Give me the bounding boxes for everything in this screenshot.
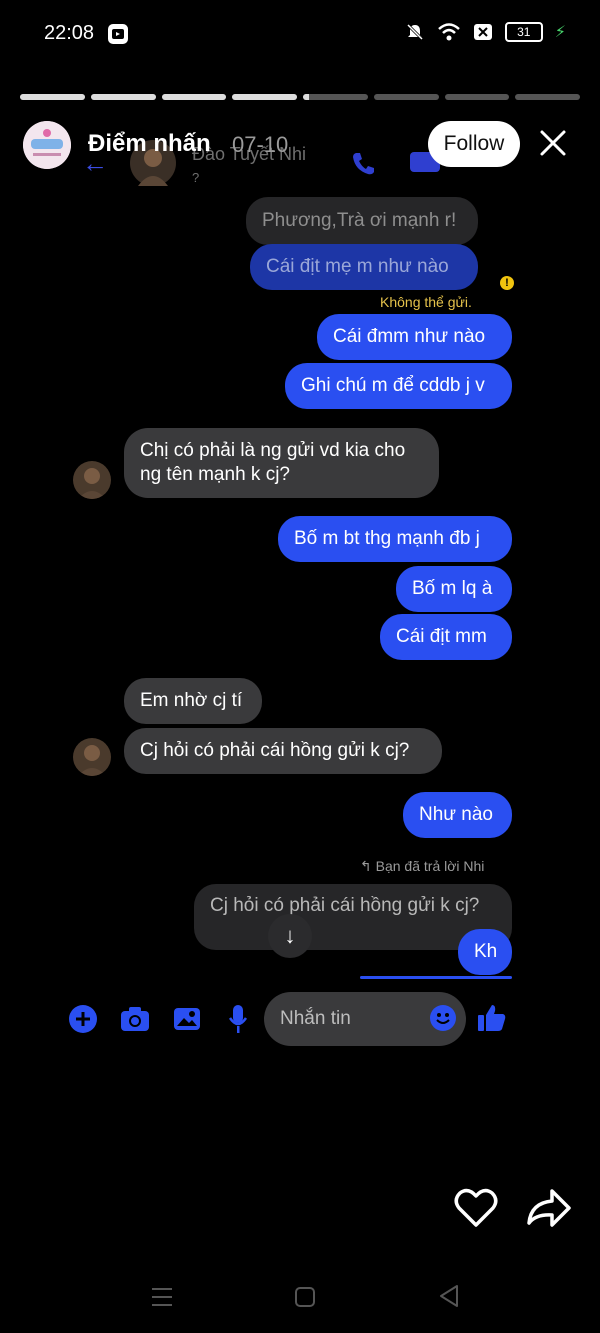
story-segment-fill	[232, 94, 297, 100]
contact-status: ?	[192, 170, 200, 185]
sim-off-icon	[473, 24, 492, 40]
back-icon[interactable]	[438, 1284, 460, 1308]
battery-icon: 31	[504, 22, 543, 42]
story-segment	[90, 94, 156, 100]
peer-avatar	[73, 738, 111, 776]
story-segment	[232, 94, 297, 100]
message-bubble-sent: Ghi chú m để cddb j v	[285, 363, 512, 409]
message-bubble-sent: Cái đmm như nào	[317, 314, 512, 360]
story-segment	[444, 94, 510, 100]
reply-note-text: Bạn đã trả lời Nhi	[375, 858, 485, 874]
share-icon[interactable]	[526, 1188, 572, 1228]
message-bubble-received: Em nhờ cj tí	[124, 678, 262, 724]
phone-icon	[353, 153, 374, 175]
story-segment	[373, 94, 439, 100]
story-segment-fill	[90, 94, 156, 100]
message-bubble-received: Cj hỏi có phải cái hồng gửi k cj?	[124, 728, 442, 774]
message-input[interactable]: Nhắn tin	[264, 992, 466, 1046]
warning-icon: !	[500, 276, 514, 290]
message-bubble-sent: Cái địt mẹ m như nào	[250, 244, 478, 290]
reply-note: ↰ Bạn đã trả lời Nhi	[360, 858, 484, 875]
charging-icon: ⚡	[554, 24, 566, 41]
story-segment-fill	[303, 94, 310, 100]
story-segment-fill	[20, 94, 85, 100]
scroll-down-button[interactable]: ↓	[268, 914, 312, 958]
wifi-icon	[437, 23, 460, 41]
story-segment	[515, 94, 580, 100]
like-icon[interactable]	[476, 1002, 508, 1034]
story-progress-bar	[20, 94, 580, 100]
app-notification-icon	[108, 24, 128, 44]
reply-arrow-icon: ↰	[360, 858, 376, 874]
story-timestamp: 07-10	[232, 132, 289, 157]
story-segment	[303, 94, 368, 100]
story-title[interactable]: Điểm nhấn	[88, 130, 211, 158]
message-bubble-sent: Như nào	[403, 792, 512, 838]
gallery-icon[interactable]	[173, 1006, 201, 1032]
story-segment-fill	[161, 94, 227, 100]
emoji-icon[interactable]	[430, 1005, 456, 1031]
recents-icon[interactable]	[150, 1286, 174, 1308]
message-bubble-sent: Bố m lq à	[396, 566, 512, 612]
story-segment	[20, 94, 85, 100]
follow-button[interactable]: Follow	[428, 121, 520, 167]
status-time: 22:08	[44, 22, 95, 44]
microphone-icon[interactable]	[228, 1004, 248, 1034]
story-avatar[interactable]	[23, 121, 71, 169]
home-icon[interactable]	[294, 1286, 316, 1308]
camera-icon[interactable]	[120, 1006, 150, 1032]
add-icon[interactable]	[68, 1004, 98, 1034]
close-icon[interactable]	[538, 128, 568, 158]
message-bubble-sent: Cái địt mm	[380, 614, 512, 660]
partial-bubble-edge	[360, 976, 512, 979]
message-bubble-received: Phương,Trà ơi mạnh r!	[246, 197, 478, 245]
peer-avatar	[73, 461, 111, 499]
status-icons: 31 ⚡	[405, 22, 566, 42]
story-segment	[161, 94, 227, 100]
message-bubble-received: Chị có phải là ng gửi vd kia cho ng tên …	[124, 428, 439, 498]
failed-to-send-label: Không thể gửi.	[380, 294, 472, 310]
message-bubble-sent: Kh	[458, 929, 512, 975]
mute-icon	[406, 23, 423, 41]
message-input-placeholder: Nhắn tin	[280, 1008, 351, 1029]
heart-icon[interactable]	[454, 1188, 498, 1228]
message-bubble-sent: Bố m bt thg mạnh đb j	[278, 516, 512, 562]
